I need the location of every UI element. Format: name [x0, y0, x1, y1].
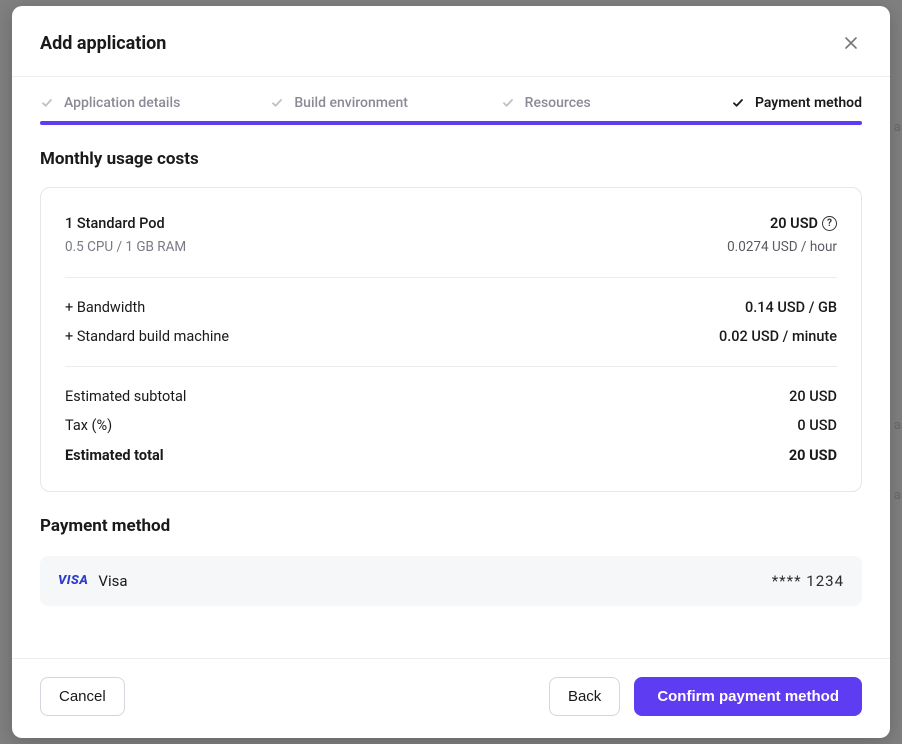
divider	[65, 277, 837, 278]
check-icon	[40, 96, 54, 110]
close-button[interactable]	[840, 32, 862, 54]
card-last4: **** 1234	[772, 572, 844, 590]
subtotal-value: 20 USD	[789, 385, 837, 408]
divider	[65, 366, 837, 367]
confirm-payment-button[interactable]: Confirm payment method	[634, 677, 862, 716]
pod-name: 1 Standard Pod	[65, 212, 186, 235]
bandwidth-rate: 0.14 USD / GB	[745, 296, 837, 319]
modal-title: Add application	[40, 33, 166, 54]
check-icon	[731, 96, 745, 110]
subtotal-label: Estimated subtotal	[65, 385, 186, 408]
step-resources[interactable]: Resources	[501, 95, 731, 111]
total-label: Estimated total	[65, 444, 164, 467]
add-application-modal: Add application Application details Buil…	[12, 6, 890, 738]
background-text: as	[894, 418, 902, 433]
stepper: Application details Build environment Re…	[12, 77, 890, 121]
costs-section-title: Monthly usage costs	[12, 125, 890, 183]
cancel-button[interactable]: Cancel	[40, 677, 125, 716]
total-value: 20 USD	[789, 444, 837, 467]
help-icon[interactable]: ?	[822, 216, 837, 231]
payment-method-box[interactable]: VISA Visa **** 1234	[40, 556, 862, 606]
pod-price: 20 USD	[770, 212, 818, 235]
pod-rate: 0.0274 USD / hour	[727, 237, 837, 259]
step-label: Application details	[64, 95, 180, 111]
check-icon	[501, 96, 515, 110]
step-build-environment[interactable]: Build environment	[270, 95, 500, 111]
pod-row: 1 Standard Pod 0.5 CPU / 1 GB RAM 20 USD…	[65, 212, 837, 259]
close-icon	[844, 36, 858, 50]
step-payment-method[interactable]: Payment method	[731, 95, 862, 111]
payment-section-title: Payment method	[12, 492, 890, 550]
payment-brand-name: Visa	[98, 572, 127, 590]
costs-card: 1 Standard Pod 0.5 CPU / 1 GB RAM 20 USD…	[40, 187, 862, 492]
build-rate: 0.02 USD / minute	[719, 325, 837, 348]
back-button[interactable]: Back	[549, 677, 620, 716]
subtotal-row: Estimated subtotal 20 USD	[65, 385, 837, 408]
total-row: Estimated total 20 USD	[65, 444, 837, 467]
background-text: as	[894, 488, 902, 503]
step-label: Build environment	[294, 95, 408, 111]
step-application-details[interactable]: Application details	[40, 95, 270, 111]
pod-spec: 0.5 CPU / 1 GB RAM	[65, 237, 186, 259]
bandwidth-row: + Bandwidth 0.14 USD / GB	[65, 296, 837, 319]
step-label: Payment method	[755, 95, 862, 111]
check-icon	[270, 96, 284, 110]
visa-logo: VISA	[58, 573, 88, 588]
tax-row: Tax (%) 0 USD	[65, 414, 837, 437]
modal-footer: Cancel Back Confirm payment method	[12, 658, 890, 738]
tax-label: Tax (%)	[65, 414, 112, 437]
bandwidth-label: + Bandwidth	[65, 296, 145, 319]
build-row: + Standard build machine 0.02 USD / minu…	[65, 325, 837, 348]
tax-value: 0 USD	[797, 414, 837, 437]
background-text: as	[894, 120, 902, 135]
build-label: + Standard build machine	[65, 325, 229, 348]
step-label: Resources	[525, 95, 591, 111]
modal-header: Add application	[12, 6, 890, 76]
